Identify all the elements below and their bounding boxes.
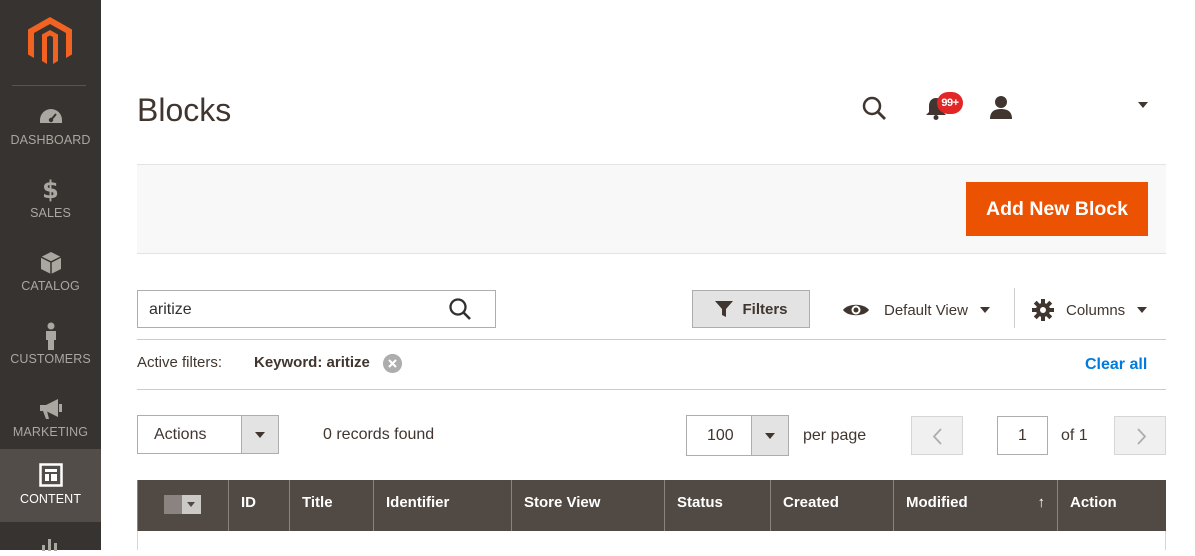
sidebar-item-label: SALES [30, 206, 71, 220]
sort-ascending-icon: ↑ [1037, 494, 1046, 511]
per-page-label: per page [803, 427, 867, 444]
reports-icon[interactable] [40, 537, 60, 556]
search-icon[interactable] [860, 94, 888, 122]
grid-header-row: ID Title Identifier Store View Status Cr… [137, 480, 1166, 531]
sidebar-item-content[interactable]: CONTENT [0, 449, 101, 522]
actions-label: Actions [154, 426, 207, 443]
remove-filter-icon[interactable] [383, 354, 402, 373]
chevron-down-icon[interactable] [751, 416, 788, 455]
search-icon[interactable] [447, 296, 473, 322]
previous-page-button[interactable] [911, 416, 963, 455]
sidebar-item-label: DASHBOARD [10, 133, 91, 147]
divider [137, 389, 1166, 390]
chevron-down-icon [1137, 307, 1148, 313]
column-header-status[interactable]: Status [665, 480, 771, 531]
columns-label: Columns [1066, 301, 1126, 319]
filters-button[interactable]: Filters [692, 290, 810, 328]
column-header-created[interactable]: Created [771, 480, 894, 531]
eye-icon [843, 304, 869, 316]
page-number-input[interactable] [997, 416, 1048, 455]
columns-control[interactable]: Columns [1032, 296, 1148, 324]
keyword-search-field[interactable] [137, 290, 496, 328]
chevron-right-icon [1137, 428, 1147, 445]
person-icon [0, 322, 101, 350]
divider [137, 339, 1166, 340]
column-header-title[interactable]: Title [290, 480, 374, 531]
checkbox[interactable] [164, 495, 182, 514]
sidebar-item-label: MARKETING [12, 425, 89, 439]
magento-logo[interactable] [28, 17, 72, 67]
sidebar-item-label: CONTENT [19, 492, 82, 506]
chevron-down-icon[interactable] [241, 416, 278, 453]
column-header-id[interactable]: ID [229, 480, 290, 531]
divider [1014, 288, 1015, 328]
view-label: Default View [884, 301, 968, 319]
mass-select-column[interactable] [138, 480, 229, 531]
layout-icon [0, 461, 101, 489]
box-icon [0, 249, 101, 277]
per-page-select[interactable]: 100 [686, 415, 789, 456]
column-header-modified[interactable]: Modified ↑ [894, 480, 1058, 531]
user-icon[interactable] [988, 95, 1014, 121]
column-header-store-view[interactable]: Store View [512, 480, 665, 531]
megaphone-icon [0, 395, 101, 423]
chevron-down-icon[interactable] [1138, 102, 1148, 108]
search-input[interactable] [149, 300, 439, 320]
dashboard-icon [0, 103, 101, 131]
sidebar-item-label: CUSTOMERS [10, 352, 91, 366]
active-filter-keyword: Keyword: aritize [254, 354, 370, 371]
clear-all-link[interactable]: Clear all [1085, 356, 1147, 374]
admin-sidebar: DASHBOARD $ SALES CATALOG CUSTOMERS MARK… [0, 0, 101, 551]
records-found-count: 0 records found [323, 426, 435, 443]
sidebar-item-customers[interactable]: CUSTOMERS [0, 312, 101, 385]
funnel-icon [715, 301, 734, 317]
gear-icon [1032, 299, 1054, 321]
total-pages-label: of 1 [1061, 427, 1088, 444]
sidebar-item-dashboard[interactable]: DASHBOARD [0, 93, 101, 166]
active-filters-label: Active filters: [137, 354, 223, 371]
chevron-down-icon [979, 307, 990, 313]
per-page-value: 100 [707, 427, 734, 444]
filters-label: Filters [742, 300, 788, 318]
chevron-left-icon [932, 428, 942, 445]
default-view-switcher[interactable]: Default View [842, 296, 990, 324]
sidebar-item-sales[interactable]: $ SALES [0, 166, 101, 239]
column-header-identifier[interactable]: Identifier [374, 480, 512, 531]
dollar-icon: $ [42, 176, 59, 204]
grid-body [137, 531, 1166, 550]
add-new-block-button[interactable]: Add New Block [966, 182, 1148, 236]
mass-actions-select[interactable]: Actions [137, 415, 279, 454]
chevron-down-icon[interactable] [182, 495, 201, 514]
next-page-button[interactable] [1114, 416, 1166, 455]
mass-select-checkbox[interactable] [164, 495, 201, 514]
sidebar-item-label: CATALOG [21, 279, 80, 293]
column-header-label: Modified [906, 494, 968, 511]
page-title: Blocks [137, 92, 232, 128]
sidebar-item-marketing[interactable]: MARKETING [0, 385, 101, 458]
notification-badge[interactable]: 99+ [937, 92, 963, 114]
sidebar-item-catalog[interactable]: CATALOG [0, 239, 101, 312]
column-header-action: Action [1070, 494, 1117, 511]
sidebar-divider [12, 85, 86, 86]
